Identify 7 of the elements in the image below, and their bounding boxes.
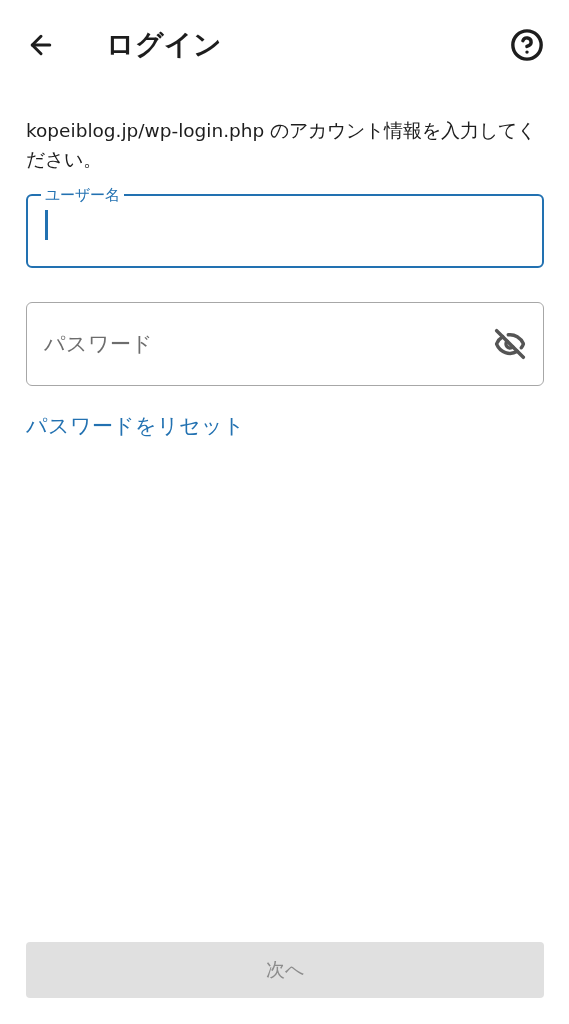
reset-password-link[interactable]: パスワードをリセット bbox=[26, 412, 245, 440]
help-icon[interactable] bbox=[510, 28, 544, 62]
page-title: ログイン bbox=[106, 27, 223, 63]
eye-off-icon[interactable] bbox=[494, 328, 526, 360]
username-field[interactable]: ユーザー名 bbox=[26, 186, 544, 268]
password-field[interactable]: パスワード bbox=[26, 302, 544, 386]
instructions-text: kopeiblog.jp/wp-login.php のアカウント情報を入力してください。 bbox=[26, 119, 538, 172]
